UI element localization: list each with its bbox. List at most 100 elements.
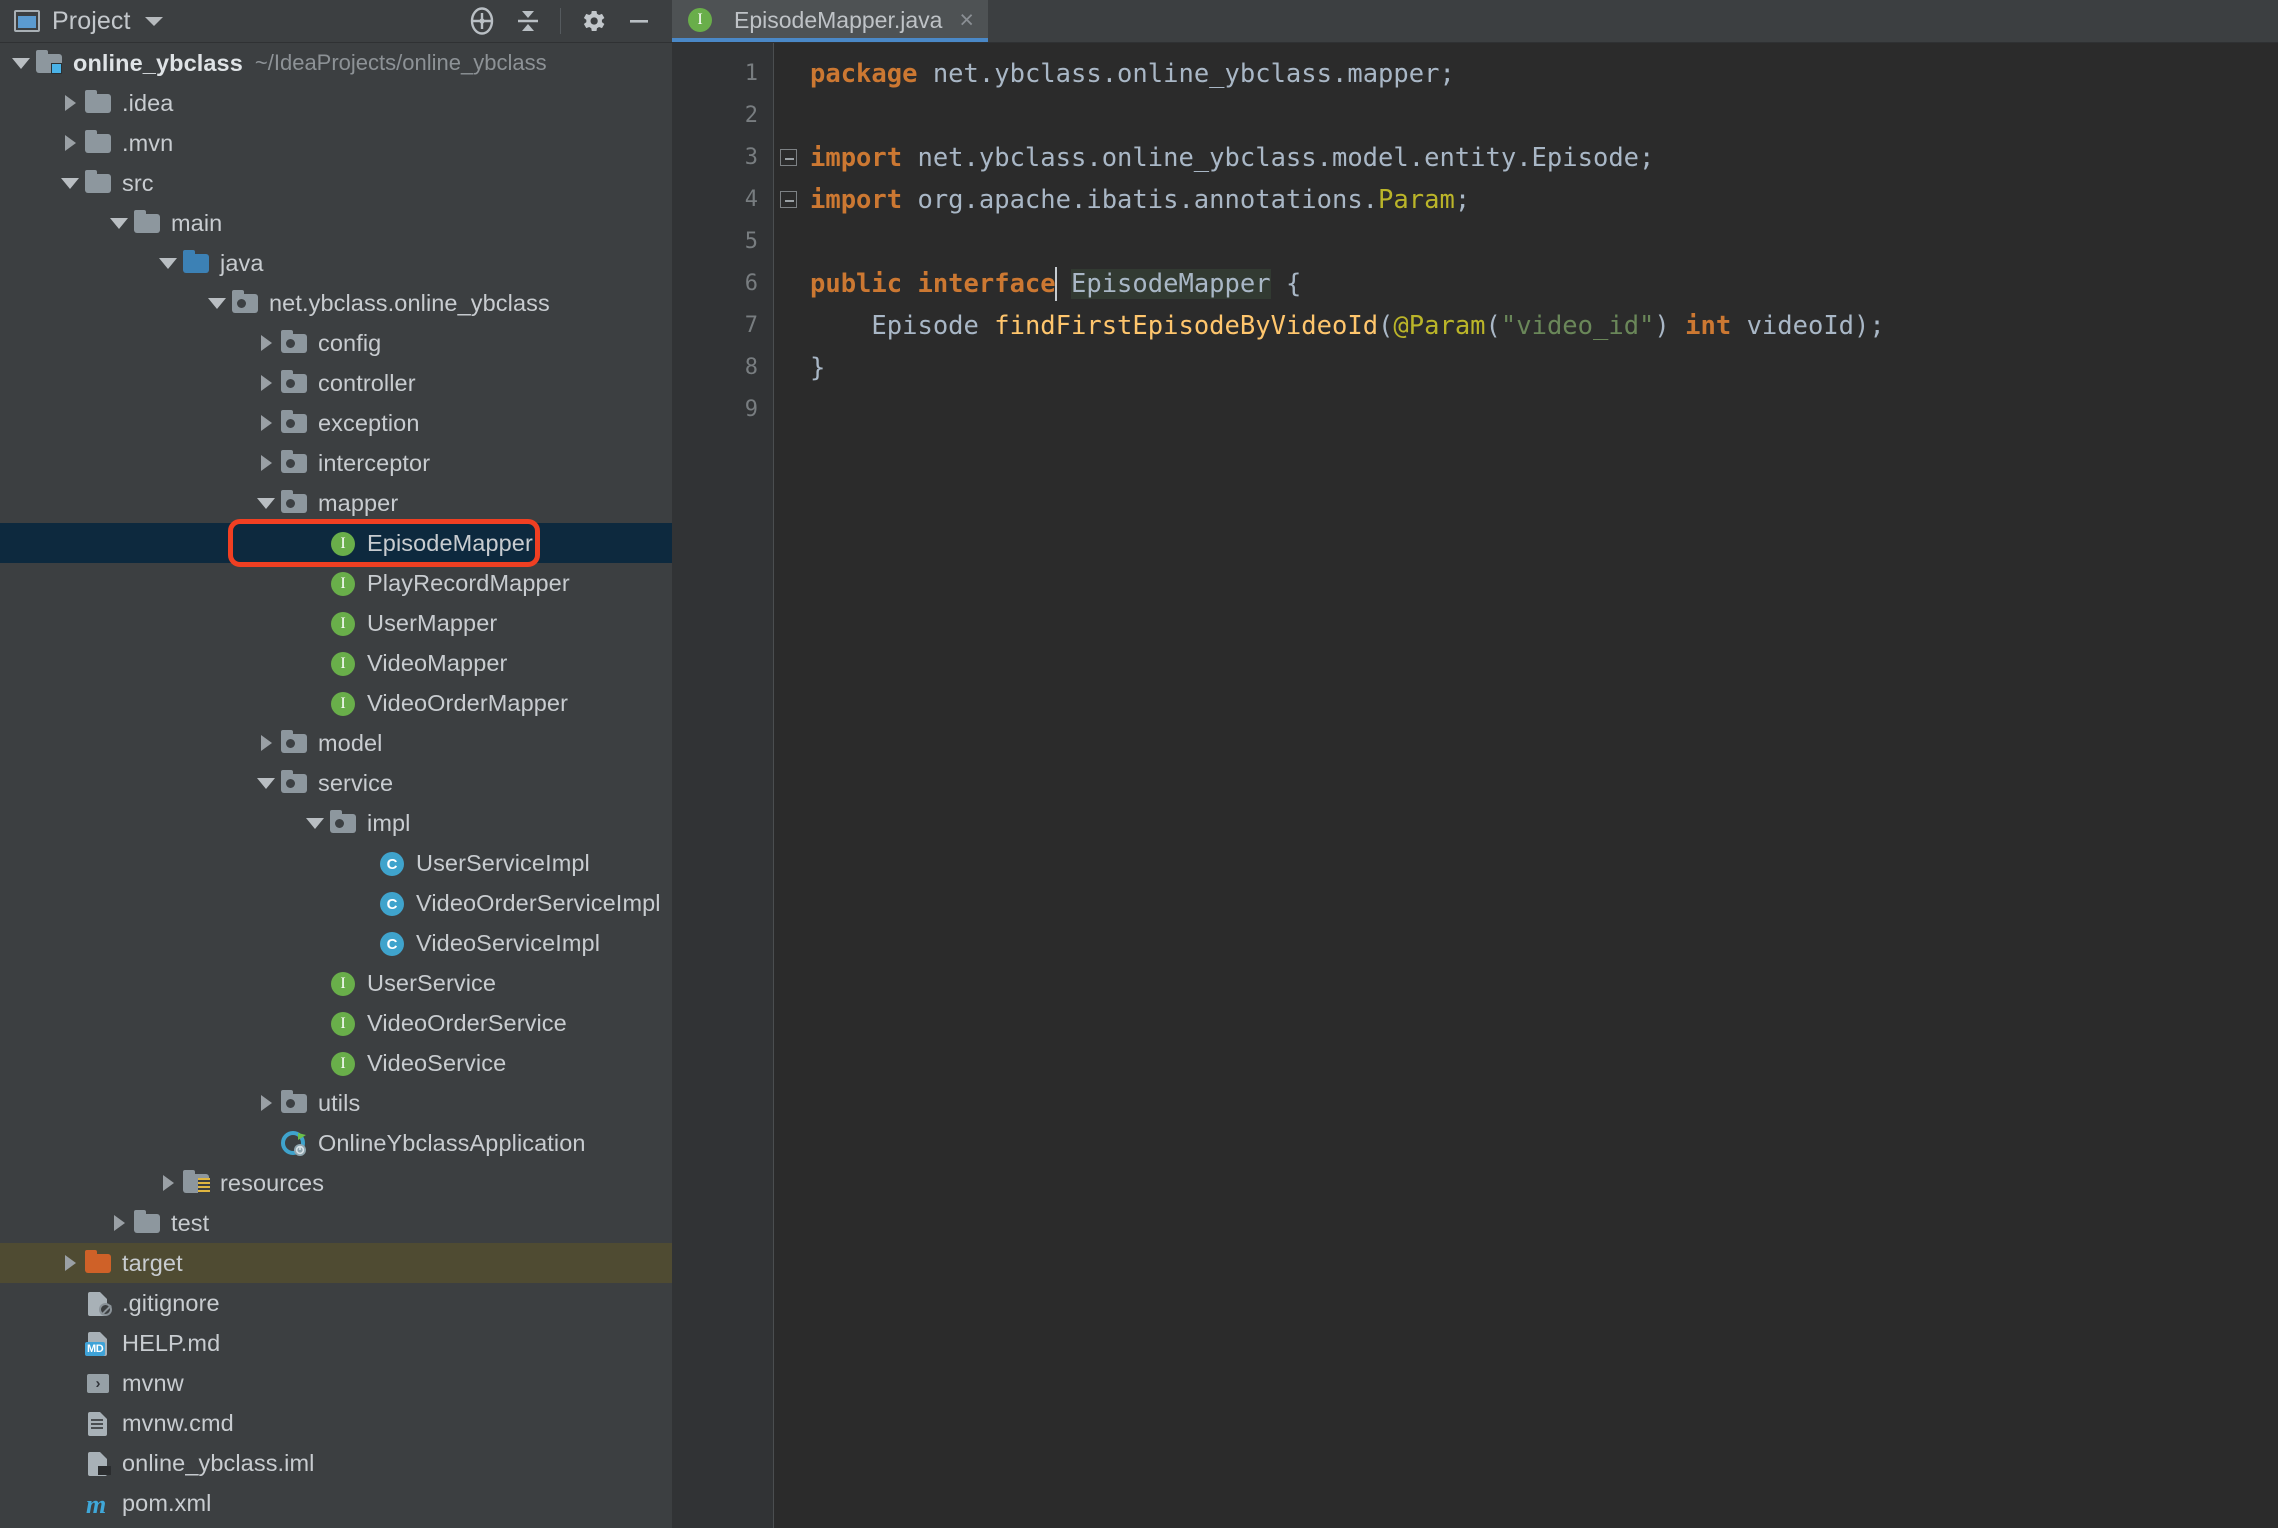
tree-item-videoorderservice[interactable]: I VideoOrderService xyxy=(0,1003,672,1043)
tree-item-help-md[interactable]: MD HELP.md xyxy=(0,1323,672,1363)
tree-item-videoserviceimpl[interactable]: C VideoServiceImpl xyxy=(0,923,672,963)
tab-episodemapper-java[interactable]: I EpisodeMapper.java × xyxy=(672,0,989,42)
tree-item-label: VideoOrderMapper xyxy=(367,689,569,716)
code-token: videoId xyxy=(1746,311,1855,341)
chevron-down-icon[interactable] xyxy=(302,810,328,836)
chevron-right-icon[interactable] xyxy=(106,1210,132,1236)
crosshair-target-icon[interactable] xyxy=(459,0,505,43)
tree-item-mapper[interactable]: mapper xyxy=(0,483,672,523)
chevron-down-icon[interactable] xyxy=(106,210,132,236)
chevron-right-icon[interactable] xyxy=(155,1170,181,1196)
chevron-down-icon[interactable] xyxy=(155,250,181,276)
tree-item-gitignore[interactable]: .gitignore xyxy=(0,1283,672,1323)
tree-item-onlineybclassapplication[interactable]: OnlineYbclassApplication xyxy=(0,1123,672,1163)
tree-item-label: exception xyxy=(318,409,420,436)
tree-item-label: .idea xyxy=(122,89,174,116)
code-token: EpisodeMapper xyxy=(1071,269,1271,299)
tree-item-playrecordmapper[interactable]: I PlayRecordMapper xyxy=(0,563,672,603)
chevron-right-icon[interactable] xyxy=(253,450,279,476)
tree-item-resources[interactable]: resources xyxy=(0,1163,672,1203)
close-icon[interactable]: × xyxy=(959,8,974,33)
code-line[interactable]: public interface EpisodeMapper { xyxy=(774,263,2278,305)
chevron-down-icon[interactable] xyxy=(253,490,279,516)
code-editor[interactable]: 1 2 3 4 5 6 7 8 9 package net.ybclass.online_ybc… xyxy=(672,43,2278,1528)
code-line[interactable]: import net.ybclass.online_ybclass.model.… xyxy=(774,137,2278,179)
tree-item-label: VideoOrderServiceImpl xyxy=(416,889,661,916)
package-icon xyxy=(279,330,309,356)
tree-item-test[interactable]: test xyxy=(0,1203,672,1243)
collapse-all-icon[interactable] xyxy=(505,0,551,43)
tree-item-main[interactable]: main xyxy=(0,203,672,243)
chevron-down-icon[interactable] xyxy=(253,770,279,796)
code-line[interactable]: import org.apache.ibatis.annotations.Par… xyxy=(774,179,2278,221)
tree-item-videoorderserviceimpl[interactable]: C VideoOrderServiceImpl xyxy=(0,883,672,923)
gear-icon[interactable] xyxy=(570,0,616,43)
chevron-down-icon[interactable] xyxy=(57,170,83,196)
chevron-right-icon[interactable] xyxy=(57,1250,83,1276)
chevron-right-icon[interactable] xyxy=(253,370,279,396)
tree-item-online-ybclass[interactable]: online_ybclass ~/IdeaProjects/online_ybcl… xyxy=(0,43,672,83)
tree-item-model[interactable]: model xyxy=(0,723,672,763)
tree-item-usermapper[interactable]: I UserMapper xyxy=(0,603,672,643)
tree-item-videomapper[interactable]: I VideoMapper xyxy=(0,643,672,683)
code-fold-icon[interactable] xyxy=(780,191,797,208)
tree-item-interceptor[interactable]: interceptor xyxy=(0,443,672,483)
code-token: ; xyxy=(1639,143,1655,173)
tree-item-target[interactable]: target xyxy=(0,1243,672,1283)
chevron-right-icon[interactable] xyxy=(253,1090,279,1116)
code-token: public xyxy=(810,269,918,299)
package-icon xyxy=(279,450,309,476)
maven-file-icon: m xyxy=(86,1490,107,1519)
tree-item-mvn[interactable]: .mvn xyxy=(0,123,672,163)
tree-item-impl[interactable]: impl xyxy=(0,803,672,843)
tree-item-userserviceimpl[interactable]: C UserServiceImpl xyxy=(0,843,672,883)
code-line[interactable] xyxy=(774,389,2278,431)
code-token: } xyxy=(810,353,826,383)
chevron-right-icon[interactable] xyxy=(253,730,279,756)
tree-item-src[interactable]: src xyxy=(0,163,672,203)
chevron-down-icon[interactable] xyxy=(144,16,163,26)
chevron-right-icon[interactable] xyxy=(253,330,279,356)
chevron-right-icon[interactable] xyxy=(57,130,83,156)
code-line[interactable]: package net.ybclass.online_ybclass.mappe… xyxy=(774,53,2278,95)
text-file-icon xyxy=(83,1410,113,1436)
gitignore-file-icon xyxy=(83,1290,113,1316)
iml-file-icon xyxy=(83,1450,113,1476)
code-line[interactable] xyxy=(774,95,2278,137)
tree-item-java[interactable]: java xyxy=(0,243,672,283)
tree-item-label: main xyxy=(171,209,223,236)
tree-item-userservice[interactable]: I UserService xyxy=(0,963,672,1003)
tree-item-utils[interactable]: utils xyxy=(0,1083,672,1123)
tree-item-videoservice[interactable]: I VideoService xyxy=(0,1043,672,1083)
tree-item-net-ybclass-online-ybclass[interactable]: net.ybclass.online_ybclass xyxy=(0,283,672,323)
tree-item-config[interactable]: config xyxy=(0,323,672,363)
tree-item-label: test xyxy=(171,1209,210,1236)
chevron-right-icon[interactable] xyxy=(253,410,279,436)
tree-item-idea[interactable]: .idea xyxy=(0,83,672,123)
code-line[interactable]: Episode findFirstEpisodeByVideoId(@Param… xyxy=(774,305,2278,347)
tree-item-mvnw-cmd[interactable]: mvnw.cmd xyxy=(0,1403,672,1443)
chevron-right-icon[interactable] xyxy=(57,90,83,116)
minimize-icon[interactable] xyxy=(616,0,662,43)
tree-item-controller[interactable]: controller xyxy=(0,363,672,403)
chevron-down-icon[interactable] xyxy=(204,290,230,316)
chevron-down-icon[interactable] xyxy=(8,50,34,76)
code-line[interactable] xyxy=(774,221,2278,263)
tree-item-exception[interactable]: exception xyxy=(0,403,672,443)
source-folder-icon xyxy=(181,250,211,276)
editor-code-area[interactable]: package net.ybclass.online_ybclass.mappe… xyxy=(774,43,2278,1528)
tree-item-service[interactable]: service xyxy=(0,763,672,803)
project-tree[interactable]: online_ybclass ~/IdeaProjects/online_ybcl… xyxy=(0,43,672,1528)
tree-item-online-ybclass-iml[interactable]: online_ybclass.iml xyxy=(0,1443,672,1483)
code-fold-icon[interactable] xyxy=(780,149,797,166)
tree-item-mvnw[interactable]: › mvnw xyxy=(0,1363,672,1403)
tree-item-videoordermapper[interactable]: I VideoOrderMapper xyxy=(0,683,672,723)
tree-item-episodemapper[interactable]: I EpisodeMapper xyxy=(0,523,672,563)
interface-icon: I xyxy=(328,1010,358,1036)
code-line[interactable]: } xyxy=(774,347,2278,389)
tree-item-pom-xml[interactable]: m pom.xml xyxy=(0,1483,672,1523)
tree-item-label: VideoMapper xyxy=(367,649,508,676)
